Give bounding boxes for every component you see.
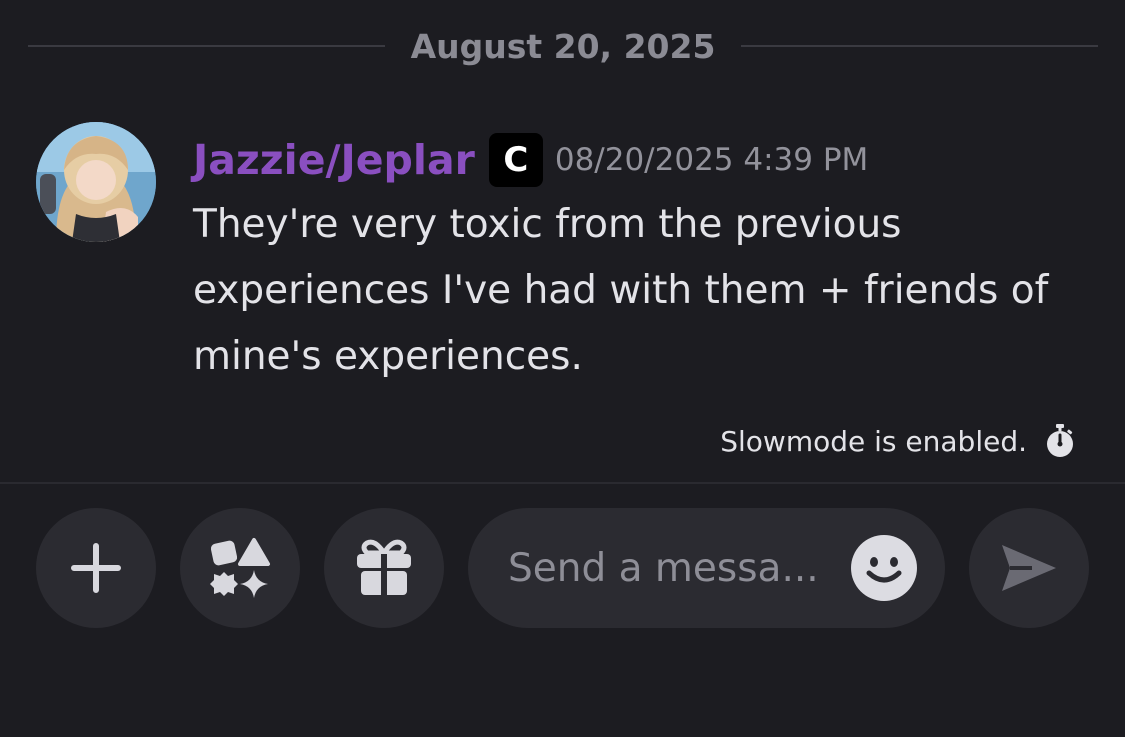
composer-separator <box>0 482 1125 484</box>
date-label: August 20, 2025 <box>410 26 716 66</box>
message-composer <box>36 508 1091 628</box>
message-input[interactable] <box>508 508 838 628</box>
chat-screen: August 20, 2025 Jazzie/Jeplar C 08/20/20… <box>0 0 1125 737</box>
divider-line-left <box>28 45 385 47</box>
divider-line-right <box>741 45 1099 47</box>
message-timestamp: 08/20/2025 4:39 PM <box>554 142 869 178</box>
date-divider: August 20, 2025 <box>28 20 1099 72</box>
send-icon <box>1002 545 1056 591</box>
add-attachment-button[interactable] <box>36 508 156 628</box>
stopwatch-icon <box>1047 424 1073 457</box>
message-input-box[interactable] <box>468 508 945 628</box>
plus-icon <box>71 543 121 593</box>
smiley-icon[interactable] <box>851 535 917 601</box>
slowmode-notice: Slowmode is enabled. <box>720 424 1075 458</box>
apps-icon <box>210 538 270 598</box>
avatar-image <box>36 122 156 242</box>
guild-tag-badge[interactable]: C <box>488 133 543 187</box>
message-text: They're very toxic from the previous exp… <box>193 202 1049 379</box>
slowmode-text: Slowmode is enabled. <box>720 424 1027 458</box>
message-body: Jazzie/Jeplar C 08/20/2025 4:39 PM They'… <box>193 132 1093 390</box>
apps-button[interactable] <box>180 508 300 628</box>
send-button[interactable] <box>969 508 1089 628</box>
avatar[interactable] <box>36 122 156 242</box>
gift-icon <box>357 539 411 595</box>
gift-button[interactable] <box>324 508 444 628</box>
message-header: Jazzie/Jeplar C 08/20/2025 4:39 PM <box>193 132 1093 188</box>
username[interactable]: Jazzie/Jeplar <box>193 136 475 184</box>
